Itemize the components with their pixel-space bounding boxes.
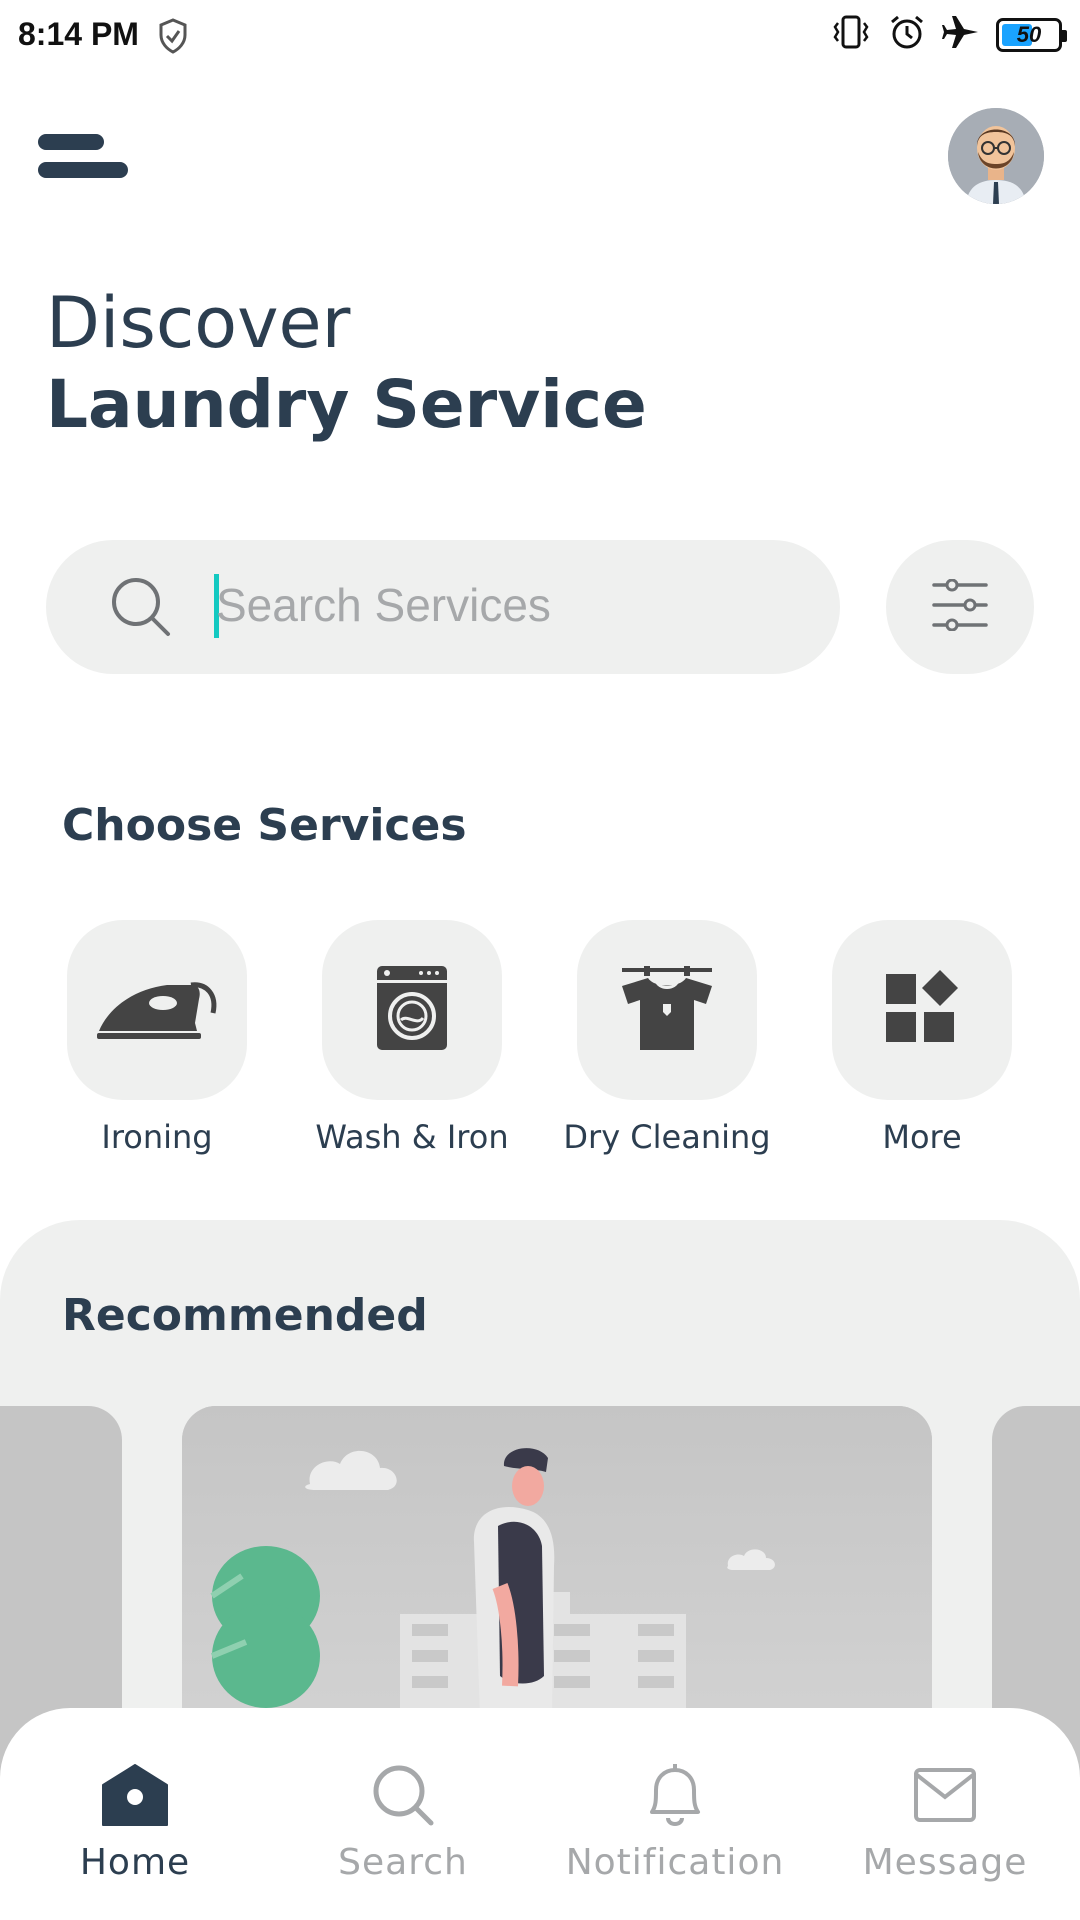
filter-button[interactable] [886,540,1034,674]
search-placeholder: Search Services [216,579,551,631]
nav-message[interactable]: Message [830,1758,1060,1883]
battery-level: 50 [1016,21,1042,47]
battery-icon: 50 [996,17,1067,52]
nav-label: Search [338,1842,468,1883]
status-bar: 8:14 PM 50 [0,0,1080,72]
service-tile [577,920,757,1100]
mail-icon [830,1758,1060,1832]
service-tile [322,920,502,1100]
service-dry-cleaning[interactable]: Dry Cleaning [547,920,787,1156]
service-wash-iron[interactable]: Wash & Iron [292,920,532,1156]
search-input[interactable]: Search Services [46,540,840,674]
nav-label: Message [862,1842,1028,1883]
grid-icon [884,969,960,1051]
menu-icon-bar-top [38,134,104,150]
shield-icon [158,18,188,59]
washing-machine-icon [375,964,449,1057]
greeting-text: Discover [46,282,351,364]
sliders-icon [932,578,988,636]
status-time: 8:14 PM [18,16,139,52]
services-section-title: Choose Services [62,800,467,851]
bottom-navigation: Home Search Notification Message [0,1708,1080,1920]
alarm-icon [888,14,926,55]
service-more[interactable]: More [802,920,1042,1156]
home-icon [20,1758,250,1832]
service-tile [832,920,1012,1100]
service-label: Ironing [101,1118,213,1156]
search-icon [108,574,174,645]
service-label: Wash & Iron [315,1118,509,1156]
avatar[interactable] [948,108,1044,204]
search-icon [288,1758,518,1832]
service-label: More [882,1118,962,1156]
menu-icon-bar-bottom [38,162,128,178]
nav-search[interactable]: Search [288,1758,518,1883]
shirt-hanger-icon [620,964,714,1057]
menu-button[interactable] [38,128,130,184]
service-ironing[interactable]: Ironing [37,920,277,1156]
service-label: Dry Cleaning [563,1118,771,1156]
nav-label: Home [79,1842,191,1883]
service-tile [67,920,247,1100]
recommended-section-title: Recommended [62,1290,428,1341]
bell-icon [560,1758,790,1832]
iron-icon [95,973,219,1048]
page-title: Laundry Service [46,366,647,443]
nav-home[interactable]: Home [20,1758,250,1883]
airplane-icon [942,14,980,55]
nav-label: Notification [565,1842,785,1883]
nav-notification[interactable]: Notification [560,1758,790,1883]
vibrate-icon [830,15,872,54]
